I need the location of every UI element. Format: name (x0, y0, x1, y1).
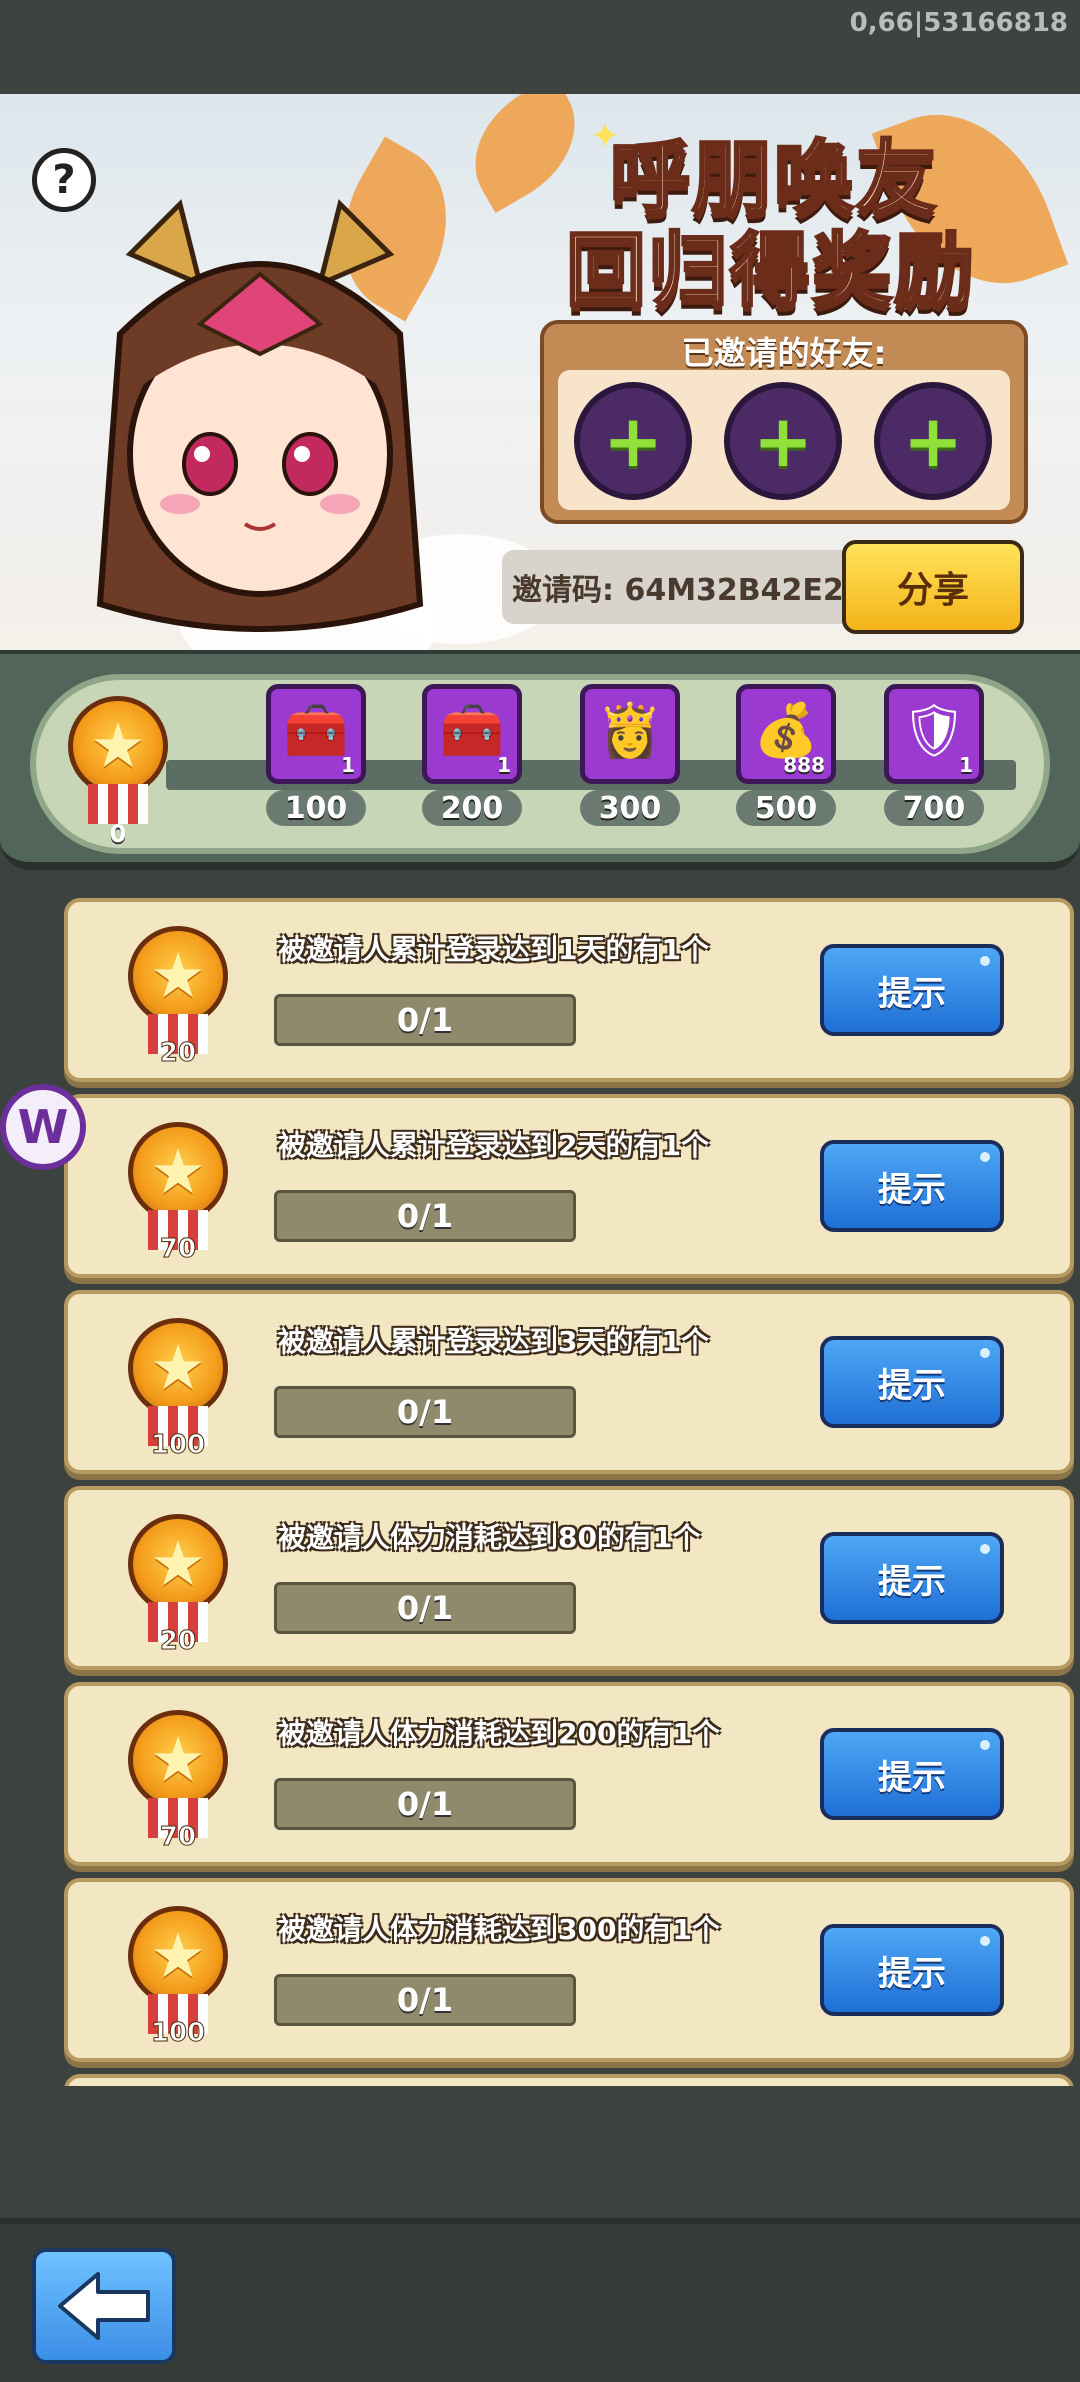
plus-icon: + (602, 399, 664, 483)
task-progress: 0/1 (274, 1386, 576, 1438)
arrow-left-icon (58, 2272, 150, 2340)
hint-button[interactable]: 提示 (820, 1924, 1004, 2016)
points-star-icon: ★ (128, 1514, 228, 1614)
task-item: ★ 100 被邀请人累计登录达到3天的有1个 0/1 提示 (64, 1290, 1074, 1474)
reward-points-label: 100 (266, 790, 366, 826)
reward-points-label: 500 (736, 790, 836, 826)
current-points: 0 (109, 820, 127, 848)
reward-qty: 1 (959, 753, 973, 777)
hint-button[interactable]: 提示 (820, 1532, 1004, 1624)
task-list[interactable]: ★ 20 被邀请人累计登录达到1天的有1个 0/1 提示 ★ 70 被邀请人累计… (0, 890, 1080, 2086)
reward-node-100[interactable]: 🧰 1 (266, 684, 366, 784)
invited-friends-label: 已邀请的好友: (681, 334, 887, 372)
task-progress: 0/1 (274, 1190, 576, 1242)
points-star-icon: ★ (128, 1710, 228, 1810)
reward-node-700[interactable]: 🛡 1 (884, 684, 984, 784)
plus-icon: + (752, 399, 814, 483)
reward-node-300[interactable]: 👸 (580, 684, 680, 784)
back-button[interactable] (32, 2248, 176, 2364)
build-id-text: 0,66|53166818 (849, 8, 1068, 38)
friend-slot-2[interactable]: + (724, 382, 842, 500)
task-item: ★ 70 被邀请人体力消耗达到200的有1个 0/1 提示 (64, 1682, 1074, 1866)
plus-icon: + (902, 399, 964, 483)
hero-portrait-icon: 👸 (597, 701, 663, 761)
maple-leaf-decoration (450, 94, 600, 213)
task-reward-points: 100 (150, 2018, 206, 2049)
reward-node-200[interactable]: 🧰 1 (422, 684, 522, 784)
task-progress: 0/1 (274, 1778, 576, 1830)
task-description: 被邀请人累计登录达到1天的有1个 (278, 933, 709, 966)
task-item: ★ 100 被邀请人体力消耗达到300的有1个 0/1 提示 (64, 1878, 1074, 2062)
reward-node-500[interactable]: 💰 888 (736, 684, 836, 784)
reward-qty: 1 (341, 753, 355, 777)
reward-points-label: 200 (422, 790, 522, 826)
points-star-icon: ★ (128, 1906, 228, 2006)
status-bar: 0,66|53166818 (0, 0, 1080, 94)
task-description: 被邀请人体力消耗达到300的有1个 (278, 1913, 720, 1946)
reward-qty: 1 (497, 753, 511, 777)
reward-points-label: 300 (580, 790, 680, 826)
hint-button[interactable]: 提示 (820, 1140, 1004, 1232)
invited-friends-panel: 已邀请的好友: + + + (540, 320, 1028, 524)
task-description: 被邀请人体力消耗达到200的有1个 (278, 1717, 720, 1750)
reward-progress-track: ★ 0 🧰 1 100 🧰 1 200 👸 300 💰 888 500 🛡 1 … (0, 650, 1080, 870)
banner-title-line2: 回归得奖励 (565, 223, 976, 319)
hint-button[interactable]: 提示 (820, 1728, 1004, 1820)
hint-button[interactable]: 提示 (820, 1336, 1004, 1428)
invite-code: 邀请码: 64M32B42E2 (502, 550, 858, 624)
hint-button[interactable]: 提示 (820, 944, 1004, 1036)
task-item: ★ 70 被邀请人累计登录达到2天的有1个 0/1 提示 (64, 1094, 1074, 1278)
floating-logo-button[interactable]: W (0, 1084, 86, 1170)
reward-points-label: 700 (884, 790, 984, 826)
ribbon-decoration (88, 784, 148, 824)
task-reward-points: 70 (159, 1822, 197, 1853)
points-star-icon: ★ (128, 926, 228, 1026)
task-progress: 0/1 (274, 1582, 576, 1634)
share-button[interactable]: 分享 (842, 540, 1024, 634)
task-description: 被邀请人体力消耗达到80的有1个 (278, 1521, 701, 1554)
task-reward-points: 20 (159, 1038, 197, 1069)
task-description: 被邀请人累计登录达到3天的有1个 (278, 1325, 709, 1358)
task-item-partial (64, 2074, 1074, 2086)
task-progress: 0/1 (274, 994, 576, 1046)
points-star-icon: ★ (128, 1318, 228, 1418)
hero-portrait (96, 199, 424, 632)
footer-bar (0, 2218, 1080, 2382)
task-progress: 0/1 (274, 1974, 576, 2026)
points-star-icon: ★ (68, 696, 168, 796)
task-reward-points: 20 (159, 1626, 197, 1657)
invite-banner: ? ✦ 呼朋唤友 回归得奖励 已邀请的好友: + + + 邀请码: 64M32B… (0, 94, 1080, 650)
task-item: ★ 20 被邀请人体力消耗达到80的有1个 0/1 提示 (64, 1486, 1074, 1670)
task-reward-points: 100 (150, 1430, 206, 1461)
task-description: 被邀请人累计登录达到2天的有1个 (278, 1129, 709, 1162)
points-star-icon: ★ (128, 1122, 228, 1222)
task-item: ★ 20 被邀请人累计登录达到1天的有1个 0/1 提示 (64, 898, 1074, 1082)
task-reward-points: 70 (159, 1234, 197, 1265)
reward-qty: 888 (783, 753, 825, 777)
friend-slots-container: + + + (558, 370, 1010, 510)
friend-slot-3[interactable]: + (874, 382, 992, 500)
friend-slot-1[interactable]: + (574, 382, 692, 500)
